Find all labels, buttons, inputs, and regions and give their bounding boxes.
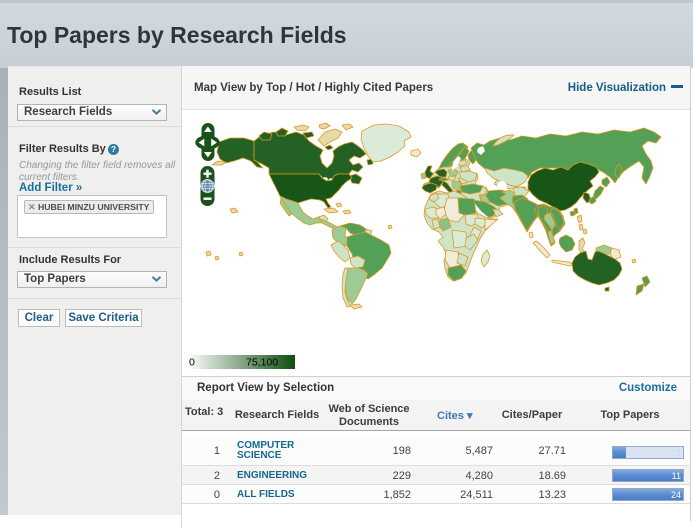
svg-text:0: 0 [189,357,195,369]
svg-text:75,100: 75,100 [246,357,278,369]
